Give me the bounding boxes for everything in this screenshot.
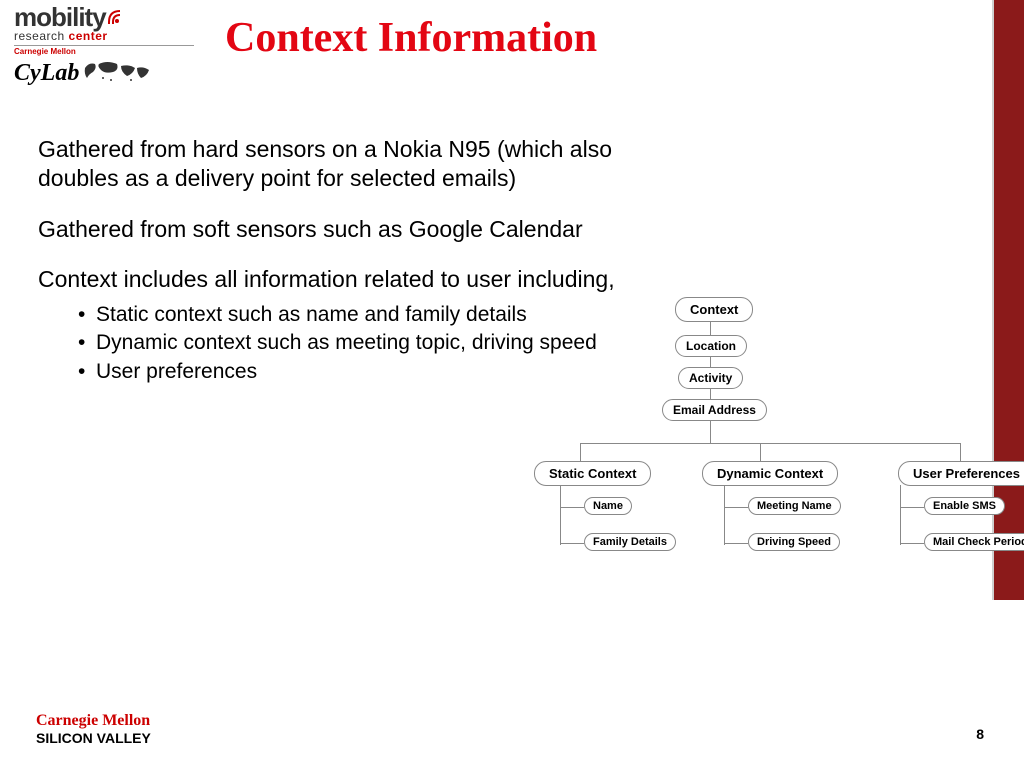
connector-line	[900, 485, 901, 545]
connector-line	[560, 507, 584, 508]
node-static: Static Context	[534, 461, 651, 486]
connector-line	[580, 443, 581, 461]
top-logo-stack: mobility research center Carnegie Mellon…	[14, 6, 194, 89]
mobility-sub-prefix: research	[14, 29, 65, 43]
paragraph-3: Context includes all information related…	[38, 265, 698, 294]
node-email: Email Address	[662, 399, 767, 421]
connector-line	[710, 421, 711, 443]
node-name: Name	[584, 497, 632, 515]
node-userprefs: User Preferences	[898, 461, 1024, 486]
connector-line	[900, 543, 924, 544]
paragraph-2: Gathered from soft sensors such as Googl…	[38, 215, 698, 244]
connector-line	[760, 443, 761, 461]
footer-logo: Carnegie Mellon SILICON VALLEY	[36, 712, 151, 746]
node-meeting: Meeting Name	[748, 497, 841, 515]
footer-sv: SILICON VALLEY	[36, 730, 151, 746]
connector-line	[560, 543, 584, 544]
connector-line	[580, 443, 960, 444]
mobility-word: mobility	[14, 2, 106, 32]
paragraph-1: Gathered from hard sensors on a Nokia N9…	[38, 135, 698, 193]
node-mailcheck: Mail Check Periodicity	[924, 533, 1024, 551]
cylab-word: CyLab	[14, 60, 79, 87]
connector-line	[710, 357, 711, 367]
node-location: Location	[675, 335, 747, 357]
node-context: Context	[675, 297, 753, 322]
connector-line	[724, 485, 725, 545]
node-dynamic: Dynamic Context	[702, 461, 838, 486]
mobility-sub: research center	[14, 29, 194, 43]
connector-line	[710, 321, 711, 335]
slide-title: Context Information	[225, 14, 597, 62]
globe-map-icon	[83, 58, 153, 89]
mobility-sub-suffix: center	[69, 29, 108, 43]
connector-line	[560, 485, 561, 545]
connector-line	[900, 507, 924, 508]
wifi-icon	[106, 6, 126, 26]
footer-cm: Carnegie Mellon	[36, 712, 151, 730]
mobility-logo: mobility	[14, 6, 194, 29]
node-activity: Activity	[678, 367, 743, 389]
logo-divider	[14, 45, 194, 46]
connector-line	[710, 389, 711, 399]
node-family: Family Details	[584, 533, 676, 551]
node-driving: Driving Speed	[748, 533, 840, 551]
page-number: 8	[976, 726, 984, 742]
cm-tiny-label: Carnegie Mellon	[14, 49, 194, 55]
cylab-logo: CyLab	[14, 58, 194, 89]
connector-line	[960, 443, 961, 461]
slide: mobility research center Carnegie Mellon…	[0, 0, 1024, 768]
node-sms: Enable SMS	[924, 497, 1005, 515]
connector-line	[724, 507, 748, 508]
context-diagram: Context Location Activity Email Address …	[560, 295, 1000, 655]
connector-line	[724, 543, 748, 544]
